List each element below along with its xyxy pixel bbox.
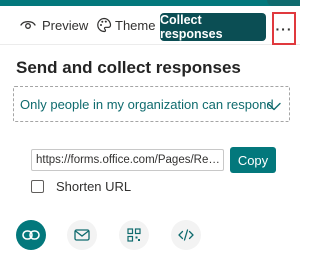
chevron-down-icon: [267, 98, 281, 116]
shorten-url-option[interactable]: Shorten URL: [31, 179, 131, 194]
more-options-button[interactable]: ···: [272, 12, 296, 45]
shorten-url-checkbox[interactable]: [31, 180, 44, 193]
email-icon: [74, 229, 90, 241]
audience-dropdown[interactable]: Only people in my organization can respo…: [13, 86, 290, 122]
collect-responses-button[interactable]: Collect responses: [160, 13, 266, 41]
audience-selected-value: Only people in my organization can respo…: [20, 96, 274, 112]
eye-icon: [20, 19, 36, 31]
form-toolbar: Preview Theme Collect responses ···: [0, 6, 300, 45]
copy-button[interactable]: Copy: [230, 147, 276, 173]
share-embed-button[interactable]: [171, 220, 201, 250]
qr-code-icon: [127, 228, 141, 242]
palette-icon: [96, 17, 112, 33]
preview-label: Preview: [42, 17, 89, 33]
share-url-field[interactable]: https://forms.office.com/Pages/ResponseP…: [31, 149, 224, 171]
share-qr-button[interactable]: [119, 220, 149, 250]
embed-code-icon: [178, 229, 194, 241]
link-icon: [22, 229, 40, 241]
theme-button[interactable]: Theme: [96, 14, 155, 36]
share-email-button[interactable]: [67, 220, 97, 250]
theme-label: Theme: [115, 17, 156, 33]
preview-button[interactable]: Preview: [20, 14, 88, 36]
shorten-url-label: Shorten URL: [56, 179, 132, 194]
panel-title: Send and collect responses: [16, 58, 241, 77]
share-link-button[interactable]: [16, 220, 46, 250]
